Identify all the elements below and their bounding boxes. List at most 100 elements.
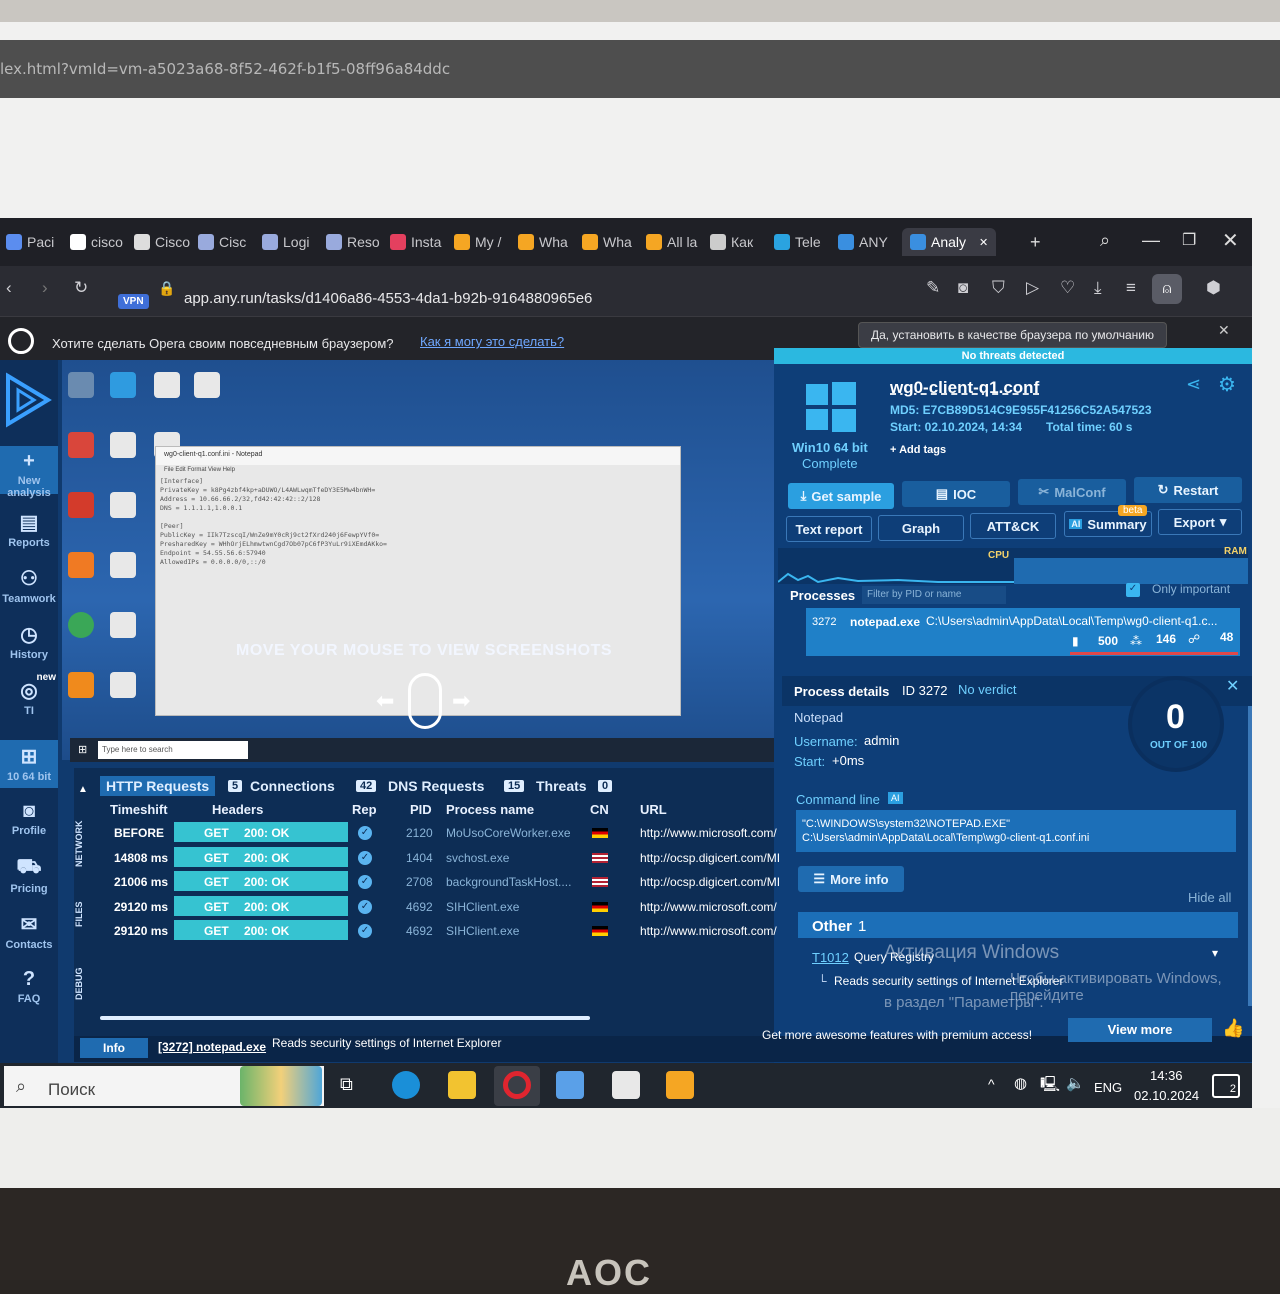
tab-2[interactable]: Cisco bbox=[134, 228, 190, 256]
close-bar-icon[interactable]: ✕ bbox=[1218, 322, 1230, 339]
tray-network-icon[interactable]: 🖳 bbox=[1040, 1074, 1060, 1099]
arrow-left-icon[interactable]: ⬅ bbox=[376, 688, 394, 714]
tab-1[interactable]: cisco bbox=[70, 228, 123, 256]
collapse-icon[interactable]: ▲ bbox=[78, 784, 88, 795]
tab-9[interactable]: Wha bbox=[582, 228, 632, 256]
nav-item-0[interactable]: + New analysis bbox=[0, 446, 58, 499]
search-tabs-icon[interactable]: ⌕ bbox=[1100, 230, 1110, 251]
nav-item-5[interactable]: ⊞ 10 64 bit bbox=[0, 740, 58, 788]
tab-5[interactable]: Reso bbox=[326, 228, 380, 256]
process-filter-input[interactable]: Filter by PID or name bbox=[862, 586, 1006, 604]
nav-item-3[interactable]: ◷ History bbox=[0, 622, 58, 661]
restore-icon[interactable]: ❐ bbox=[1182, 230, 1196, 250]
table-row[interactable]: 29120 ms GET 200: OK ✓ 4692 SIHClient.exe http… bbox=[100, 920, 780, 942]
vpn-badge[interactable]: VPN bbox=[118, 294, 149, 309]
malconf-button[interactable]: ✂ MalConf bbox=[1018, 479, 1126, 505]
shield-icon[interactable]: ⛉ bbox=[992, 278, 1005, 298]
status-process[interactable]: [3272] notepad.exe bbox=[158, 1040, 266, 1054]
opera-taskbar-icon[interactable] bbox=[503, 1071, 531, 1099]
technique-id[interactable]: T1012 bbox=[812, 950, 849, 965]
anyrun-logo-icon[interactable] bbox=[4, 370, 52, 430]
tab-6[interactable]: Insta bbox=[390, 228, 441, 256]
tab-13[interactable]: ANY bbox=[838, 228, 888, 256]
text-report-button[interactable]: Text report bbox=[786, 516, 872, 542]
tab-dns-requests[interactable]: DNS Requests bbox=[388, 778, 484, 794]
horizontal-scrollbar[interactable] bbox=[100, 1016, 590, 1020]
tab-11[interactable]: Как bbox=[710, 228, 753, 256]
heart-icon[interactable]: ♡ bbox=[1060, 278, 1075, 298]
notepad-taskbar-icon[interactable] bbox=[612, 1071, 640, 1099]
back-icon[interactable]: ‹ bbox=[6, 278, 12, 298]
tab-10[interactable]: All la bbox=[646, 228, 697, 256]
tab-7[interactable]: My / bbox=[454, 228, 501, 256]
export-button[interactable]: Export ▾ bbox=[1158, 509, 1242, 535]
tab-http-requests[interactable]: HTTP Requests bbox=[100, 776, 216, 796]
download-icon[interactable]: ⤓ bbox=[1094, 278, 1102, 298]
explorer-taskbar-icon[interactable] bbox=[448, 1071, 476, 1099]
set-default-button[interactable]: Да, установить в качестве браузера по ум… bbox=[858, 322, 1167, 348]
settings-gear-icon[interactable]: ⚙ bbox=[1218, 372, 1236, 397]
get-sample-button[interactable]: ⤓ Get sample bbox=[788, 483, 894, 509]
ai-badge-icon[interactable]: AI bbox=[888, 792, 903, 804]
tray-time[interactable]: 14:36 bbox=[1150, 1068, 1183, 1083]
details-scrollbar[interactable] bbox=[1248, 706, 1252, 1006]
table-row[interactable]: BEFORE GET 200: OK ✓ 2120 MoUsoCoreWorker.exe… bbox=[100, 822, 780, 844]
close-tab-icon[interactable]: ✕ bbox=[979, 236, 988, 249]
tab-4[interactable]: Logi bbox=[262, 228, 309, 256]
tab-14[interactable]: Analy ✕ bbox=[902, 228, 997, 256]
attck-button[interactable]: ATT&CK bbox=[970, 513, 1056, 539]
tray-volume-muted-icon[interactable]: 🔈 bbox=[1066, 1074, 1085, 1092]
forward-icon[interactable]: › bbox=[42, 278, 48, 298]
files-side-label[interactable]: FILES bbox=[74, 894, 94, 934]
tray-language[interactable]: ENG bbox=[1094, 1080, 1122, 1095]
edge-taskbar-icon[interactable] bbox=[392, 1071, 420, 1099]
cmd-box[interactable] bbox=[796, 810, 1236, 852]
share-icon[interactable]: ⋖ bbox=[1186, 374, 1201, 395]
edit-icon[interactable]: ✎ bbox=[926, 278, 940, 298]
table-row[interactable]: 14808 ms GET 200: OK ✓ 1404 svchost.exe http:/… bbox=[100, 846, 780, 869]
profile-avatar-icon[interactable]: ⍝ bbox=[1152, 274, 1182, 304]
extensions-icon[interactable]: ⬢ bbox=[1206, 278, 1221, 298]
task-md5[interactable]: MD5: E7CB89D514C9E955F41256C52A547523 bbox=[890, 403, 1152, 417]
arrow-right-icon[interactable]: ➡ bbox=[452, 688, 470, 714]
tab-3[interactable]: Cisc bbox=[198, 228, 246, 256]
opera-how-link[interactable]: Как я могу это сделать? bbox=[420, 334, 564, 349]
more-info-button[interactable]: ☰ More info bbox=[798, 866, 904, 892]
close-window-icon[interactable]: ✕ bbox=[1222, 228, 1239, 253]
tray-chevron-icon[interactable]: ^ bbox=[988, 1076, 995, 1092]
tray-meet-icon[interactable]: ◍ bbox=[1014, 1074, 1027, 1092]
table-row[interactable]: 29120 ms GET 200: OK ✓ 4692 SIHClient.exe http… bbox=[100, 895, 780, 918]
app-taskbar-icon[interactable] bbox=[666, 1071, 694, 1099]
address-url[interactable]: app.any.run/tasks/d1406a86-4553-4da1-b92… bbox=[184, 290, 592, 307]
tab-8[interactable]: Wha bbox=[518, 228, 568, 256]
task-filename[interactable]: wg0-client-q1.conf bbox=[890, 378, 1039, 398]
tab-connections[interactable]: Connections bbox=[250, 778, 335, 794]
tab-12[interactable]: Tele bbox=[774, 228, 821, 256]
minimize-icon[interactable]: — bbox=[1142, 230, 1160, 251]
nav-item-7[interactable]: ⛟ Pricing bbox=[0, 856, 58, 895]
debug-side-label[interactable]: DEBUG bbox=[74, 964, 94, 1004]
close-details-icon[interactable]: ✕ bbox=[1226, 676, 1239, 696]
network-side-label[interactable]: NETWORK bbox=[74, 814, 94, 874]
nav-item-2[interactable]: ⚇ Teamwork bbox=[0, 566, 58, 605]
task-view-icon[interactable]: ⧉ bbox=[340, 1074, 353, 1095]
nav-item-6[interactable]: ◙ Profile bbox=[0, 800, 58, 837]
nav-item-9[interactable]: ? FAQ bbox=[0, 968, 58, 1005]
thumbs-up-icon[interactable]: 👍 bbox=[1222, 1018, 1244, 1039]
technique-expand-icon[interactable]: ▾ bbox=[1212, 946, 1218, 960]
nav-item-1[interactable]: ▤ Reports bbox=[0, 510, 58, 549]
hide-all-link[interactable]: Hide all bbox=[1188, 890, 1231, 905]
nav-item-8[interactable]: ✉ Contacts bbox=[0, 912, 58, 951]
graph-button[interactable]: Graph bbox=[878, 515, 964, 541]
restart-button[interactable]: ↻ Restart bbox=[1134, 477, 1242, 503]
virtualbox-taskbar-icon[interactable] bbox=[556, 1071, 584, 1099]
view-more-button[interactable]: View more bbox=[1068, 1018, 1212, 1042]
new-tab-icon[interactable]: + bbox=[1030, 232, 1041, 253]
ioc-button[interactable]: ▤ IOC bbox=[902, 481, 1010, 507]
tray-date[interactable]: 02.10.2024 bbox=[1134, 1088, 1199, 1103]
only-important-checkbox[interactable]: ✓ bbox=[1126, 583, 1140, 597]
tab-0[interactable]: Paci bbox=[6, 228, 54, 256]
add-tags[interactable]: + Add tags bbox=[890, 444, 946, 456]
tab-threats[interactable]: Threats bbox=[536, 778, 587, 794]
nav-item-4[interactable]: ◎ TI new bbox=[0, 672, 58, 717]
